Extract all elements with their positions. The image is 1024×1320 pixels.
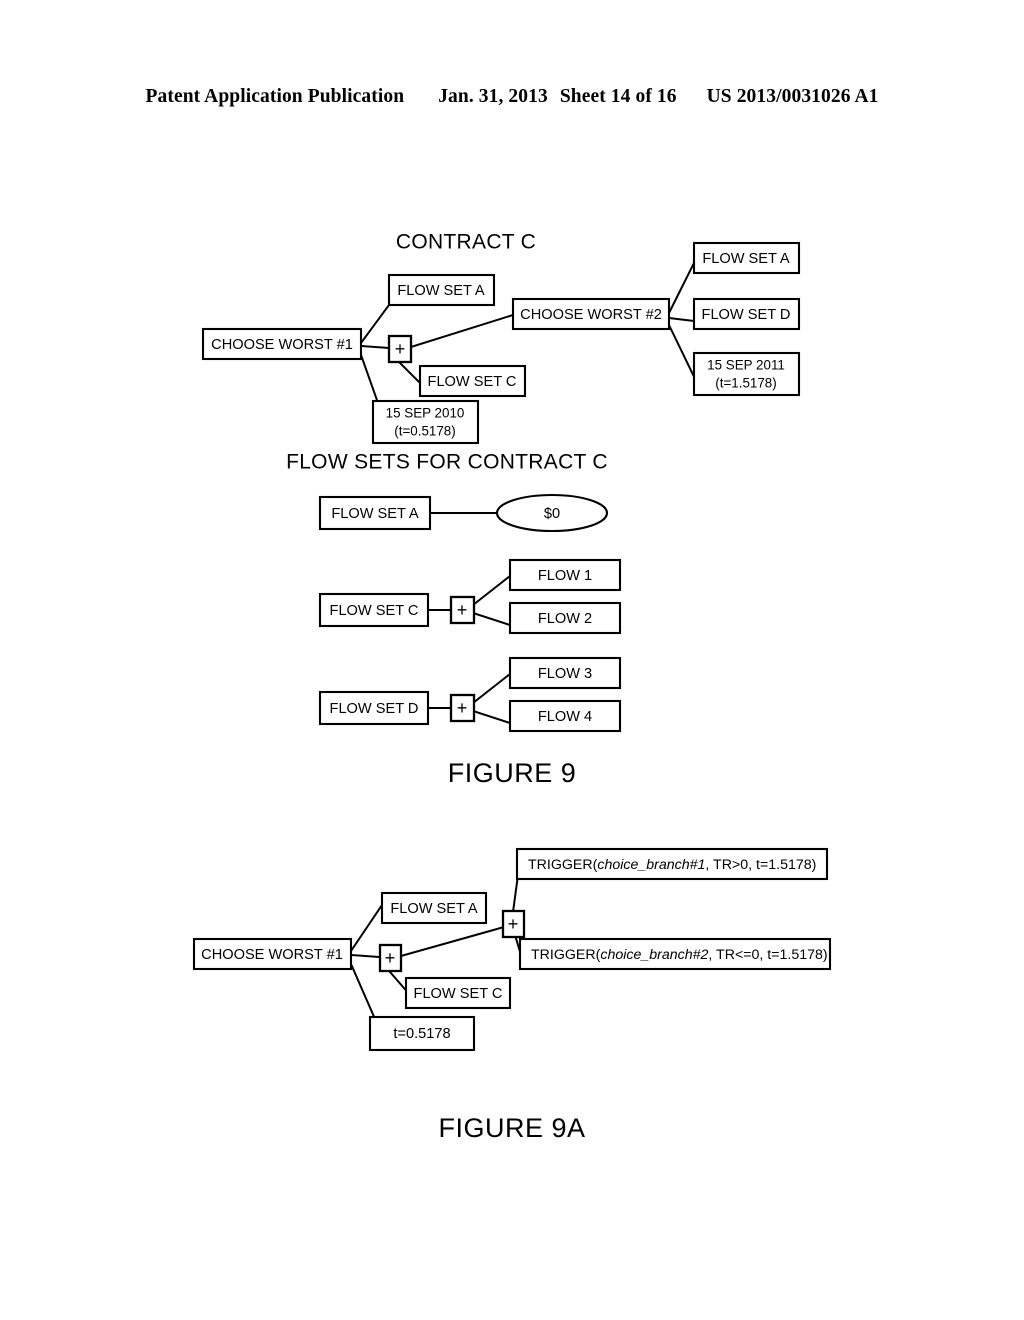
node-flowset-a-right-label: FLOW SET A (702, 251, 790, 267)
node-trigger-1[interactable]: TRIGGER(choice_branch#1, TR>0, t=1.5178) (515, 847, 829, 881)
node-flow-1[interactable]: FLOW 1 (508, 558, 622, 592)
node9a-choose-worst-1[interactable]: CHOOSE WORST #1 (192, 937, 353, 971)
trigger-2-suffix: , TR<=0, t=1.5178) (708, 947, 827, 963)
header-date: Jan. 31, 2013 (438, 86, 548, 107)
node-flowset-a-detail[interactable]: FLOW SET A (318, 495, 432, 531)
node-flowset-d-right-label: FLOW SET D (702, 307, 791, 323)
node9a-flowset-a[interactable]: FLOW SET A (380, 891, 488, 925)
node-flowset-c-detail-label: FLOW SET C (330, 603, 419, 619)
node-flowset-a-value-label: $0 (544, 506, 560, 522)
publication-header: Patent Application Publication Jan. 31, 2… (0, 86, 1024, 108)
trigger-2-prefix: TRIGGER( (531, 947, 601, 963)
edge-root-to-plus (359, 344, 391, 350)
node9a-flowset-c[interactable]: FLOW SET C (404, 976, 512, 1010)
edge9a-plus-to-trigger1 (511, 873, 520, 914)
trigger-2-italic: choice_branch#2 (600, 947, 708, 963)
header-sheet: Sheet 14 of 16 (559, 86, 677, 107)
node-date-2011-line2: (t=1.5178) (715, 376, 776, 391)
contract-c-title: CONTRACT C (396, 231, 536, 254)
node-date-2011-line1: 15 SEP 2011 (707, 358, 785, 373)
edge9a-plus-to-upper-plus (399, 925, 506, 958)
node-flow-1-label: FLOW 1 (538, 568, 592, 584)
node-trigger-1-label: TRIGGER(choice_branch#1, TR>0, t=1.5178) (528, 857, 816, 873)
node-flowset-c-detail[interactable]: FLOW SET C (318, 592, 430, 628)
figure-9-caption: FIGURE 9 (447, 758, 577, 788)
edge-plus-c-to-flow1 (471, 574, 512, 607)
node-flow-2[interactable]: FLOW 2 (508, 601, 622, 635)
node9a-time-label: t=0.5178 (393, 1026, 450, 1042)
junction-plus-flowset-d[interactable]: + (449, 693, 476, 723)
junction-plus-contract[interactable]: + (387, 334, 413, 364)
node9a-flowset-a-label: FLOW SET A (390, 901, 478, 917)
junction-plus-contract-glyph: + (395, 339, 406, 359)
edge-cw2-to-flowset-a (667, 261, 696, 315)
trigger-1-prefix: TRIGGER( (528, 857, 598, 873)
edge-plus-c-to-flow2 (471, 611, 512, 627)
node-flowset-a-detail-label: FLOW SET A (331, 506, 419, 522)
junction-plus-flowset-c-glyph: + (457, 600, 468, 620)
node-choose-worst-1-label: CHOOSE WORST #1 (211, 337, 353, 353)
junction9a-plus-left[interactable]: + (378, 943, 403, 973)
edge-cw2-to-flowset-d (667, 316, 696, 323)
junction9a-plus-left-glyph: + (385, 948, 396, 968)
node-choose-worst-2-label: CHOOSE WORST #2 (520, 307, 662, 323)
node-trigger-2[interactable]: TRIGGER(choice_branch#2, TR<=0, t=1.5178… (518, 937, 832, 971)
node-trigger-2-label: TRIGGER(choice_branch#2, TR<=0, t=1.5178… (531, 947, 828, 963)
node-date-2010-line2: (t=0.5178) (394, 424, 455, 439)
node-flow-2-label: FLOW 2 (538, 611, 592, 627)
node-flowset-d-detail-label: FLOW SET D (330, 701, 419, 717)
node-flowset-c-top[interactable]: FLOW SET C (418, 364, 527, 398)
node-flowset-d-detail[interactable]: FLOW SET D (318, 690, 430, 726)
figure-9-diagram: CONTRACT C CHOOSE WORST #1 FLOW SET A + … (0, 205, 1024, 785)
node-flowset-a-right[interactable]: FLOW SET A (692, 241, 801, 275)
node-flowset-d-right[interactable]: FLOW SET D (692, 297, 801, 331)
node-flow-4-label: FLOW 4 (538, 709, 592, 725)
node-date-2011[interactable]: 15 SEP 2011 (t=1.5178) (692, 351, 801, 397)
edge9a-root-to-flowset-a (349, 903, 384, 953)
trigger-1-suffix: , TR>0, t=1.5178) (705, 857, 816, 873)
edge-root-to-date-left (359, 353, 380, 405)
node9a-choose-worst-1-label: CHOOSE WORST #1 (201, 947, 343, 963)
node-flowset-a-top[interactable]: FLOW SET A (387, 273, 496, 307)
edge-root-to-flowset-a (359, 303, 391, 345)
node-flowset-a-top-label: FLOW SET A (397, 283, 485, 299)
node9a-flowset-c-label: FLOW SET C (414, 986, 503, 1002)
junction9a-plus-upper[interactable]: + (501, 909, 526, 939)
edge-plus-d-to-flow4 (471, 709, 512, 725)
header-publication-number: US 2013/0031026 A1 (706, 86, 879, 107)
header-left-text: Patent Application Publication (145, 86, 405, 107)
junction-plus-flowset-c[interactable]: + (449, 595, 476, 625)
edge9a-root-to-plus (349, 953, 382, 959)
node-flow-3[interactable]: FLOW 3 (508, 656, 622, 690)
figure-9a-caption: FIGURE 9A (438, 1113, 586, 1143)
edge-plus-d-to-flow3 (471, 672, 512, 705)
junction-plus-flowset-d-glyph: + (457, 698, 468, 718)
node-flow-4[interactable]: FLOW 4 (508, 699, 622, 733)
node-choose-worst-1[interactable]: CHOOSE WORST #1 (201, 327, 363, 361)
flow-sets-title: FLOW SETS FOR CONTRACT C (286, 451, 608, 474)
junction9a-plus-upper-glyph: + (508, 914, 519, 934)
node-flowset-a-value[interactable]: $0 (495, 493, 609, 533)
trigger-1-italic: choice_branch#1 (597, 857, 705, 873)
node9a-time[interactable]: t=0.5178 (368, 1015, 476, 1052)
node-date-2010-line1: 15 SEP 2010 (386, 406, 465, 421)
node-flowset-c-top-label: FLOW SET C (428, 374, 517, 390)
patent-page: Patent Application Publication Jan. 31, 2… (0, 0, 1024, 1320)
node-date-2010[interactable]: 15 SEP 2010 (t=0.5178) (371, 399, 480, 445)
edge-plus-to-choose-worst-2 (409, 313, 515, 349)
node-choose-worst-2[interactable]: CHOOSE WORST #2 (511, 297, 671, 331)
node-flow-3-label: FLOW 3 (538, 666, 592, 682)
edge-plus-to-flowset-c (398, 361, 422, 385)
edge9a-root-to-time (349, 962, 377, 1021)
